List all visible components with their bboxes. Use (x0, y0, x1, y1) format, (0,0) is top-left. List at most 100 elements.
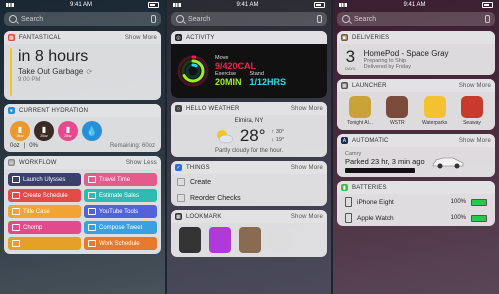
fantastical-body[interactable]: in 8 hours Take Out Garbage ⟳ 9:00 PM (4, 44, 161, 100)
chat-app-icon[interactable] (209, 227, 231, 253)
checkbox-icon: ✓ (175, 164, 182, 171)
event-color-bar (10, 48, 12, 96)
todo-item[interactable]: Create (171, 174, 327, 190)
hydration-widget: ● CURRENT HYDRATION ▮ 16oz ▮ 20oz ▮ 25oz 💧 … (4, 104, 161, 152)
calculator-app-icon[interactable] (179, 227, 201, 253)
widget-header: ▮ BATTERIES (337, 181, 495, 194)
widget-title: LOOKMARK (186, 213, 222, 220)
search-input[interactable]: Search (171, 12, 327, 26)
search-icon (342, 15, 350, 23)
microphone-icon[interactable] (485, 15, 490, 23)
launcher-item[interactable]: WSTR (380, 96, 414, 126)
show-less-button[interactable]: Show Less (126, 160, 157, 166)
activity-body[interactable]: Move 9/420CAL Exercise 20MIN Stand 1/12H… (171, 44, 327, 98)
checkbox[interactable] (177, 178, 185, 186)
things-widget: ✓ THINGS Show More Create Reorder Checks (171, 161, 327, 206)
device-name: Apple Watch (357, 214, 394, 222)
bottle-25oz-button[interactable]: ▮ 25oz (58, 121, 78, 141)
bottle-20oz-button[interactable]: ▮ 20oz (34, 121, 54, 141)
search-icon (176, 15, 184, 23)
search-input[interactable]: Search (337, 12, 495, 26)
text-icon (12, 208, 20, 215)
grid-app-icon[interactable] (269, 227, 291, 253)
status-time: 9:41 AM (69, 2, 92, 8)
microphone-icon[interactable] (317, 15, 322, 23)
automatic-body[interactable]: Camry Parked 23 hr, 3 min ago (337, 147, 495, 177)
launcher-widget: ▦ LAUNCHER Show More Tonight Al... WSTR … (337, 79, 495, 130)
automatic-app-icon: A (341, 137, 348, 144)
album-art-icon (349, 96, 371, 118)
weather-high: ↑ 30° (271, 129, 285, 135)
signal-icon (173, 3, 181, 7)
batteries-widget: ▮ BATTERIES iPhone Eight 100% Apple Watc… (337, 181, 495, 226)
screen-2: 9:41 AM Search ◎ ACTIVITY Move 9/420CAL … (167, 0, 331, 294)
search-placeholder: Search (21, 15, 44, 23)
album-cover-icon[interactable] (239, 227, 261, 253)
activity-stats: Move 9/420CAL Exercise 20MIN Stand 1/12H… (215, 55, 286, 87)
search-placeholder: Search (354, 15, 377, 23)
checkbox[interactable] (177, 194, 185, 202)
calendar-icon: ▦ (8, 34, 15, 41)
delivery-item[interactable]: 3 DAYS HomePod - Space Gray Preparing to… (337, 44, 495, 75)
calendar-icon (12, 192, 20, 199)
show-more-button[interactable]: Show More (291, 165, 323, 171)
battery-row: Apple Watch 100% (337, 210, 495, 226)
workflow-chomp[interactable]: Chomp (8, 221, 81, 234)
show-more-button[interactable]: Show More (459, 83, 491, 89)
hydration-amount: 0oz (10, 143, 20, 149)
fantastical-widget: ▦ FANTASTICAL Show More in 8 hours Take … (4, 31, 161, 100)
delivery-days: 3 (345, 47, 356, 66)
workflow-widget: ▤ WORKFLOW Show Less Launch Ulysses Trav… (4, 156, 161, 254)
custom-drop-button[interactable]: 💧 (82, 121, 102, 141)
show-more-button[interactable]: Show More (125, 35, 157, 41)
workflow-travel-time[interactable]: Travel Time (84, 173, 157, 186)
event-time: 9:00 PM (18, 77, 41, 83)
watch-icon (345, 213, 352, 223)
workflow-icon (12, 176, 20, 183)
todo-item[interactable]: Reorder Checks (171, 190, 327, 206)
status-bar: 9:41 AM (0, 0, 165, 10)
workflow-launch-ulysses[interactable]: Launch Ulysses (8, 173, 81, 186)
bottle-icon: ▮ (17, 124, 23, 134)
battery-row: iPhone Eight 100% (337, 194, 495, 210)
bookmark-icon: ▦ (175, 213, 182, 220)
weather-body[interactable]: Elmira, NY 28° ↑ 30° ↓ 19° Partly cloudy… (171, 115, 327, 157)
microphone-icon[interactable] (151, 15, 156, 23)
bottle-16oz-button[interactable]: ▮ 16oz (10, 121, 30, 141)
workflow-create-schedule[interactable]: Create Schedule (8, 189, 81, 202)
weather-temperature: 28° (239, 126, 266, 145)
workflow-estimate-sales[interactable]: Estimate Sales (84, 189, 157, 202)
workflow-work-schedule[interactable]: Work Schedule (84, 237, 157, 250)
widget-header: ▤ WORKFLOW Show Less (4, 156, 161, 169)
battery-icon (481, 2, 493, 8)
widget-title: AUTOMATIC (352, 137, 389, 144)
widget-header: ● CURRENT HYDRATION (4, 104, 161, 117)
move-value: 9/420CAL (215, 61, 257, 71)
widget-title: BATTERIES (352, 184, 387, 191)
album-art-icon (460, 96, 483, 118)
show-more-button[interactable]: Show More (291, 214, 323, 220)
workflow-item-9[interactable] (8, 237, 81, 250)
launcher-icon: ▦ (341, 82, 348, 89)
workflow-youtube-tools[interactable]: YouTube Tools (84, 205, 157, 218)
search-input[interactable]: Search (4, 12, 161, 26)
battery-level-bar (471, 198, 487, 206)
workflow-title-case[interactable]: Title Case (8, 205, 81, 218)
show-more-button[interactable]: Show More (459, 138, 491, 144)
repeat-icon: ⟳ (86, 68, 93, 76)
hydration-percent: 0% (29, 143, 38, 149)
weather-location: Elmira, NY (234, 118, 264, 124)
workflow-compose-tweet[interactable]: Compose Tweet (84, 221, 157, 234)
car-icon (432, 157, 463, 169)
water-drop-icon: 💧 (86, 125, 98, 136)
launcher-item[interactable]: Waterparks (418, 96, 452, 126)
workflow-grid: Launch Ulysses Travel Time Create Schedu… (4, 169, 161, 254)
event-title: Take Out Garbage (18, 67, 84, 76)
battery-percent: 100% (450, 199, 466, 205)
iphone-icon (345, 197, 352, 207)
widget-title: THINGS (186, 164, 210, 171)
show-more-button[interactable]: Show More (291, 106, 323, 112)
launcher-item[interactable]: Tonight Al... (343, 96, 377, 126)
bottle-icon: ▮ (41, 124, 47, 134)
launcher-item[interactable]: Seaway (455, 96, 489, 126)
